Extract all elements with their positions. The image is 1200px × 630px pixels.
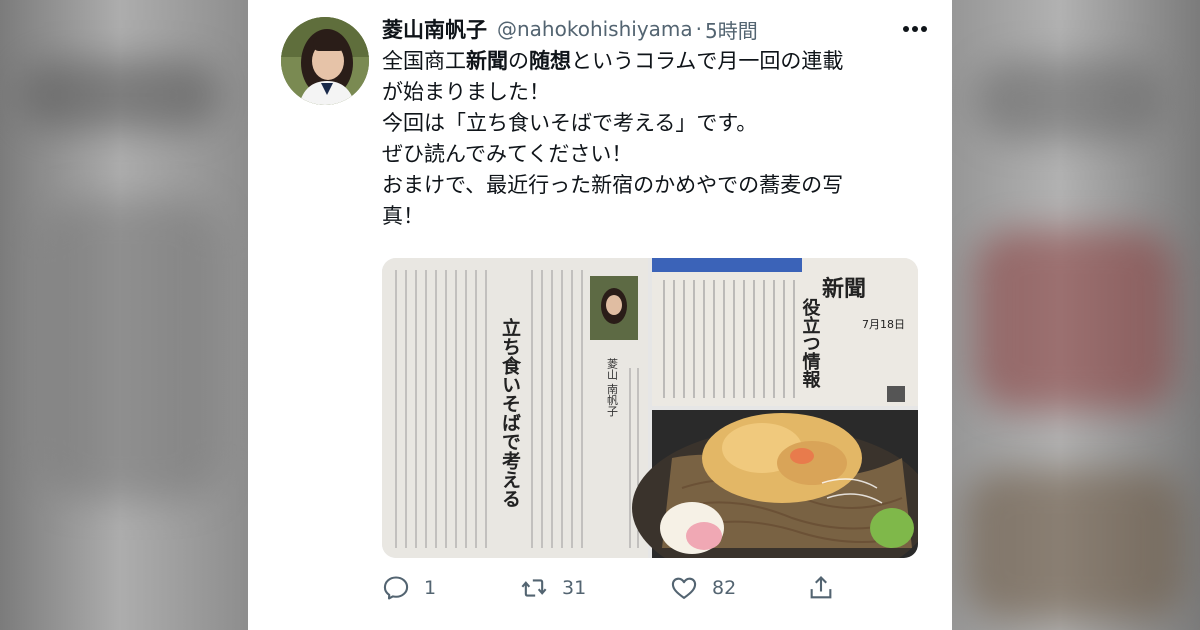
background-blot <box>975 60 1165 140</box>
tweet-header: 菱山南帆子 @nahokohishiyama · 5時間 <box>382 14 932 44</box>
tweet-line: おまけで、最近行った新宿のかめやでの蕎麦の写 <box>382 173 844 197</box>
qr-code <box>887 386 905 402</box>
media-image-newspaper-front[interactable]: 新聞 7月18日 役立つ情報 <box>652 258 918 406</box>
retweet-count: 31 <box>562 577 587 599</box>
tweet-actions: 1 31 82 <box>382 568 942 608</box>
share-button[interactable] <box>807 574 835 602</box>
share-icon <box>810 576 832 599</box>
tweet-timestamp[interactable]: 5時間 <box>705 15 758 44</box>
author-name[interactable]: 菱山南帆子 <box>382 14 487 44</box>
media-grid: 菱山 南帆子 立ち食いそばで考える 新聞 7月18日 役立つ情報 <box>382 258 918 558</box>
like-button[interactable]: 82 <box>670 574 807 602</box>
front-headline: 役立つ情報 <box>800 297 821 389</box>
more-options-button[interactable] <box>898 14 932 44</box>
tweet-line: ぜひ読んでみてください！ <box>382 142 633 166</box>
background-blot <box>965 470 1185 620</box>
reply-icon <box>383 576 409 600</box>
tweet-line: 今回は「立ち食いそばで考える」です。 <box>382 111 758 135</box>
column-headline: 立ち食いそばで考える <box>499 317 521 508</box>
like-count: 82 <box>712 577 737 599</box>
media-image-soba-photo[interactable] <box>632 410 918 558</box>
tweet-line: が始まりました！ <box>382 80 550 104</box>
retweet-icon <box>521 579 547 597</box>
header-separator: · <box>695 17 703 41</box>
background-blot <box>975 230 1175 410</box>
avatar-photo <box>281 17 369 105</box>
text-segment-bold: 随想 <box>529 49 571 73</box>
reply-button[interactable]: 1 <box>382 574 520 602</box>
media-image-newspaper-column[interactable]: 菱山 南帆子 立ち食いそばで考える <box>382 258 648 558</box>
issue-date: 7月18日 <box>862 318 905 331</box>
author-avatar[interactable] <box>281 17 369 105</box>
tweet-text: 全国商工新聞の随想というコラムで月一回の連載 が始まりました！ 今回は「立ち食い… <box>382 46 922 232</box>
column-byline: 菱山 南帆子 <box>606 358 619 417</box>
retweet-button[interactable]: 31 <box>520 574 670 602</box>
masthead: 新聞 <box>822 276 866 302</box>
text-segment-bold: 新聞 <box>466 49 508 73</box>
author-handle[interactable]: @nahokohishiyama <box>497 17 693 41</box>
text-segment: 全国商工 <box>382 49 466 73</box>
heart-icon <box>671 577 697 599</box>
background-blot <box>40 200 220 500</box>
tweet-card: 菱山南帆子 @nahokohishiyama · 5時間 全国商工新聞の随想とい… <box>248 0 952 630</box>
background-blot <box>20 60 220 130</box>
text-segment: というコラムで月一回の連載 <box>571 49 844 73</box>
media-grid-svg: 菱山 南帆子 立ち食いそばで考える 新聞 7月18日 役立つ情報 <box>382 258 918 558</box>
reply-count: 1 <box>424 577 437 599</box>
tweet-line: 真！ <box>382 204 424 228</box>
tweet-line: 全国商工新聞の随想というコラムで月一回の連載 <box>382 46 922 77</box>
text-segment: の <box>508 49 529 73</box>
more-dots-icon <box>903 26 927 32</box>
